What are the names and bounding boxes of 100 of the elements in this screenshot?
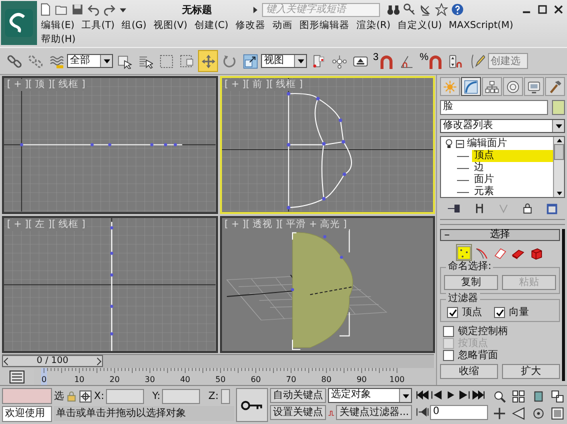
- expand-arrow-icon[interactable]: [251, 6, 259, 14]
- field-of-view-icon[interactable]: [512, 407, 526, 420]
- modifier-item[interactable]: 编辑面片: [467, 138, 507, 150]
- script-input-field[interactable]: [2, 388, 52, 404]
- x-coordinate-field[interactable]: [106, 388, 144, 404]
- go-to-end-icon[interactable]: [472, 390, 485, 400]
- named-selection-field[interactable]: 创建选: [488, 53, 528, 69]
- light-bulb-icon[interactable]: [445, 139, 453, 149]
- app-logo-icon[interactable]: [1, 1, 37, 45]
- motion-tab[interactable]: [503, 77, 523, 96]
- menu-item[interactable]: 帮助(H): [41, 33, 76, 46]
- maximize-view-icon[interactable]: [550, 390, 564, 403]
- rectangle-selection-icon: [158, 54, 174, 68]
- checkbox[interactable]: [447, 307, 458, 318]
- hammer-tab[interactable]: [545, 77, 565, 96]
- sub-object-item[interactable]: 面片: [472, 174, 553, 186]
- rollout-header[interactable]: 选择: [440, 229, 560, 241]
- current-frame-field[interactable]: 0: [430, 404, 488, 420]
- menu-item[interactable]: 组(G): [122, 19, 146, 32]
- menu-item[interactable]: 编辑(E): [41, 19, 74, 32]
- object-name-field[interactable]: 脸: [440, 100, 548, 115]
- scroll-bar[interactable]: [562, 229, 565, 381]
- checkbox[interactable]: [443, 350, 454, 361]
- monitor-tab[interactable]: [524, 77, 544, 96]
- zoom-icon[interactable]: [493, 390, 506, 403]
- collapse-icon[interactable]: [456, 140, 464, 148]
- y-coordinate-field[interactable]: [162, 388, 200, 404]
- menu-item[interactable]: 动画: [272, 19, 292, 32]
- orbit-icon[interactable]: [532, 407, 545, 420]
- slider-handle[interactable]: 0 / 100: [2, 355, 103, 368]
- search-field[interactable]: 键入关键字或短语: [262, 2, 380, 16]
- script-output-field[interactable]: 欢迎使用: [2, 406, 52, 422]
- sub-object-item[interactable]: 元素: [472, 186, 553, 198]
- z-coordinate-field[interactable]: [220, 388, 230, 404]
- maximize-viewport-icon[interactable]: [550, 407, 564, 420]
- new-file-icon[interactable]: [39, 3, 52, 16]
- time-slider[interactable]: 0 / 100: [2, 354, 434, 368]
- set-key-button[interactable]: [236, 388, 268, 422]
- auto-key-button[interactable]: 自动关键点: [270, 388, 326, 403]
- object-color-swatch[interactable]: [552, 100, 565, 115]
- panel-button[interactable]: 扩大: [502, 364, 560, 379]
- sub-object-item[interactable]: 边: [472, 162, 553, 174]
- modifier-list-dropdown[interactable]: 修改器列表: [440, 119, 565, 133]
- hierarchy-tab[interactable]: [482, 77, 502, 96]
- crosshair-icon[interactable]: [79, 390, 92, 402]
- grid-view-icon[interactable]: [512, 390, 526, 403]
- help-icon[interactable]: [451, 3, 464, 16]
- curve-tab[interactable]: [461, 77, 481, 96]
- key-mode-dropdown[interactable]: 选定对象: [328, 388, 412, 403]
- cylinder-icon[interactable]: [532, 390, 545, 403]
- checkbox[interactable]: [443, 326, 454, 337]
- magnet-icon: [378, 54, 394, 68]
- binoculars-icon[interactable]: [387, 3, 400, 16]
- pin-icon[interactable]: [446, 203, 461, 214]
- maximize-icon[interactable]: [538, 5, 547, 14]
- move-button[interactable]: [198, 50, 218, 72]
- menu-item[interactable]: 创建(C): [194, 19, 228, 32]
- menu-item[interactable]: 视图(V): [153, 19, 188, 32]
- curve-editor-icon[interactable]: [8, 370, 26, 384]
- magnet-button[interactable]: %: [418, 50, 446, 72]
- panel-button[interactable]: 复制: [444, 275, 498, 290]
- star-icon[interactable]: [435, 3, 448, 16]
- key-filters-button[interactable]: 关键点过滤器...: [336, 405, 412, 420]
- previous-frame-icon[interactable]: [430, 390, 443, 400]
- go-to-start-icon[interactable]: [416, 390, 429, 400]
- open-folder-icon[interactable]: [55, 3, 68, 16]
- magnet-button[interactable]: 3: [371, 50, 396, 72]
- redo-icon[interactable]: [103, 3, 116, 16]
- next-frame-icon[interactable]: [458, 390, 471, 400]
- menu-item[interactable]: 工具(T): [81, 19, 115, 32]
- pan-icon[interactable]: [493, 407, 506, 420]
- fork-icon[interactable]: [474, 203, 485, 214]
- close-icon[interactable]: [554, 5, 563, 14]
- panel-button[interactable]: 收缩: [440, 364, 498, 379]
- save-icon[interactable]: [71, 3, 84, 16]
- vertex-level-button[interactable]: [456, 244, 472, 261]
- key-mode-toggle-icon[interactable]: [416, 407, 429, 417]
- dropdown[interactable]: 视图: [261, 54, 307, 68]
- dropdown[interactable]: 全部: [67, 54, 113, 68]
- edge-icon: [475, 246, 489, 260]
- lock-icon[interactable]: [522, 203, 534, 214]
- frame-number: 70: [286, 375, 296, 384]
- frame-number: 50: [215, 375, 226, 384]
- menu-item[interactable]: 自定义(U): [397, 19, 442, 32]
- set-key-mode-button[interactable]: 设置关键点: [270, 405, 326, 420]
- dropdown-arrow-icon[interactable]: [119, 6, 127, 14]
- scale-icon: [242, 54, 258, 68]
- menu-item[interactable]: MAXScript(M): [448, 19, 514, 32]
- menu-item[interactable]: 图形编辑器: [299, 19, 350, 32]
- menu-item[interactable]: 渲染(R): [356, 19, 390, 32]
- scroll-bar[interactable]: [553, 137, 564, 197]
- scroll-down-icon[interactable]: [556, 190, 562, 197]
- configure-icon[interactable]: [546, 202, 558, 214]
- sub-object-item[interactable]: 顶点: [472, 150, 553, 162]
- checkbox[interactable]: [494, 307, 505, 318]
- satellite-dish-icon[interactable]: [419, 3, 432, 16]
- undo-icon[interactable]: [87, 3, 100, 16]
- monitor-icon: [527, 80, 541, 94]
- key-icon[interactable]: [403, 3, 416, 16]
- menu-item[interactable]: 修改器: [235, 19, 266, 32]
